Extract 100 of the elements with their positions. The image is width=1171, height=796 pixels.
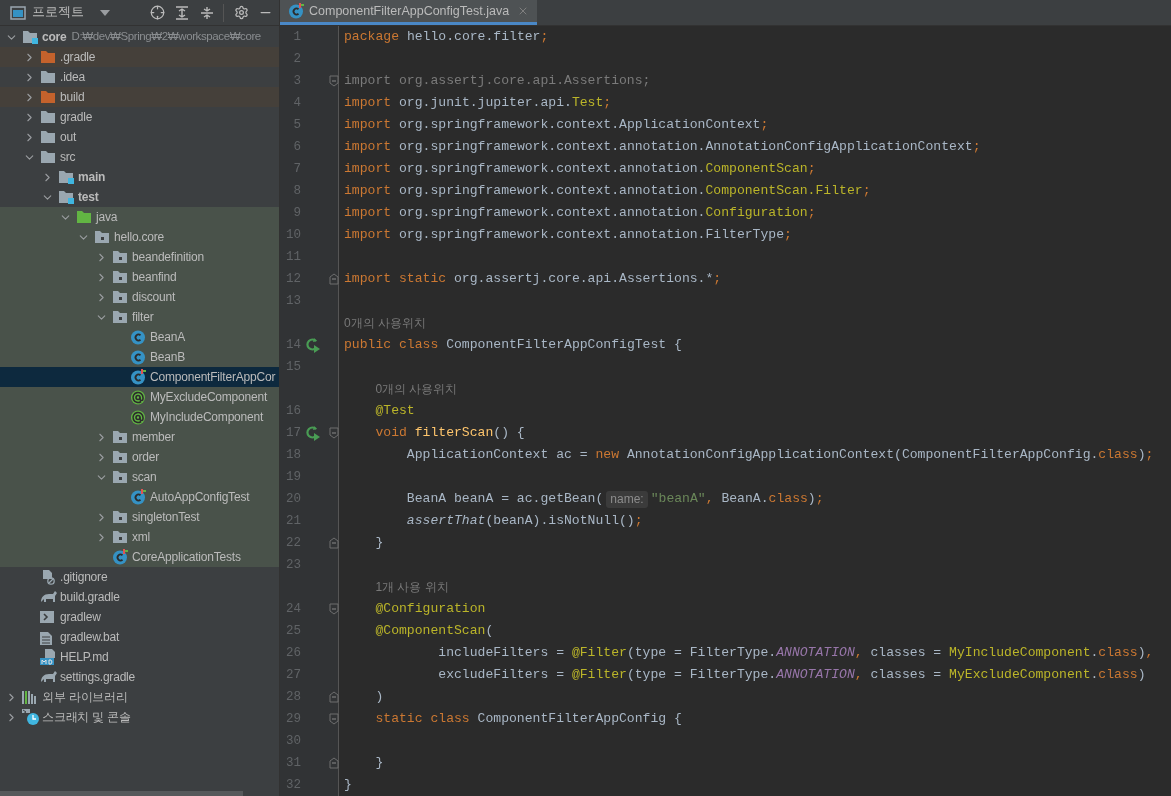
tree-item[interactable]: gradle — [0, 107, 279, 127]
ignored-file-icon — [40, 569, 56, 585]
usage-hint[interactable]: 0개의 사용위치 — [344, 314, 426, 332]
tree-item[interactable]: main — [0, 167, 279, 187]
expand-all-icon[interactable] — [176, 5, 188, 20]
fold-start-icon[interactable] — [329, 713, 339, 725]
tree-item-label: out — [60, 129, 77, 146]
tree-item[interactable]: beanfind — [0, 267, 279, 287]
tree-item-label: core — [42, 29, 67, 46]
usage-hint[interactable]: 1개 사용 위치 — [375, 578, 449, 596]
tree-item-label: scan — [132, 469, 157, 486]
code-line: public class ComponentFilterAppConfigTest { — [344, 336, 682, 355]
fold-end-icon[interactable] — [329, 537, 339, 549]
settings-icon[interactable] — [234, 5, 249, 20]
tree-item[interactable]: 외부 라이브러리 — [0, 687, 279, 707]
code-line: ApplicationContext ac = new AnnotationConfigApplicationContext(ComponentFilterAppConfig.class); — [405, 446, 1154, 465]
tree-item[interactable]: build — [0, 87, 279, 107]
tree-item[interactable]: xml — [0, 527, 279, 547]
code-line: @Configuration — [374, 600, 486, 619]
tree-item[interactable]: src — [0, 147, 279, 167]
tree-item[interactable]: .gitignore — [0, 567, 279, 587]
package-folder-icon — [112, 430, 128, 444]
tree-item[interactable]: ComponentFilterAppCor — [0, 367, 279, 387]
tree-item[interactable]: hello.core — [0, 227, 279, 247]
code-line: static class ComponentFilterAppConfig { — [374, 710, 682, 729]
tree-item-label: MyIncludeComponent — [150, 409, 264, 426]
code-line: package hello.core.filter; — [344, 28, 549, 47]
tree-item-label: settings.gradle — [60, 669, 136, 686]
tree-item[interactable]: MyExcludeComponent — [0, 387, 279, 407]
tree-item[interactable]: .idea — [0, 67, 279, 87]
tree-item[interactable]: out — [0, 127, 279, 147]
tree-item-label: build — [60, 89, 85, 106]
code-line: import org.junit.jupiter.api.Test; — [344, 94, 612, 113]
panel-title[interactable]: 프로젝트 — [32, 3, 84, 22]
package-folder-icon — [112, 510, 128, 524]
tree-item[interactable]: MyIncludeComponent — [0, 407, 279, 427]
tree-item[interactable]: test — [0, 187, 279, 207]
code-line: import org.springframework.context.ApplicationContext; — [344, 116, 769, 135]
code-line: import org.springframework.context.annotation.FilterType; — [344, 226, 792, 245]
terminal-file-icon — [40, 611, 54, 623]
tree-item[interactable]: beandefinition — [0, 247, 279, 267]
folder-icon — [76, 210, 92, 224]
test-class-icon — [130, 489, 146, 505]
code-line: } — [374, 754, 384, 773]
tree-item-label: AutoAppConfigTest — [150, 489, 250, 506]
horizontal-scrollbar[interactable] — [0, 791, 243, 796]
tree-item[interactable]: AutoAppConfigTest — [0, 487, 279, 507]
fold-start-icon[interactable] — [329, 427, 339, 439]
package-folder-icon — [112, 250, 128, 264]
tree-item[interactable]: 스크래치 및 콘솔 — [0, 707, 279, 727]
tree-item[interactable]: .gradle — [0, 47, 279, 67]
fold-start-icon[interactable] — [329, 75, 339, 87]
markdown-file-icon — [40, 649, 58, 665]
test-class-icon — [112, 549, 128, 565]
tree-item[interactable]: member — [0, 427, 279, 447]
code-line: void filterScan() { — [374, 424, 525, 443]
panel-window-icon — [10, 5, 26, 20]
code-line: } — [374, 534, 384, 553]
tree-item[interactable]: gradlew — [0, 607, 279, 627]
tree-item-label: .gradle — [60, 49, 96, 66]
tree-item-label: order — [132, 449, 159, 466]
tree-item[interactable]: java — [0, 207, 279, 227]
tree-item-label: 외부 라이브러리 — [42, 689, 128, 706]
fold-end-icon[interactable] — [329, 757, 339, 769]
path-label: D:₩dev₩Spring₩2₩workspace₩core — [71, 29, 261, 45]
tree-item-label: .idea — [60, 69, 86, 86]
code-line: excludeFilters = @Filter(type = FilterType.ANNOTATION, classes = MyExcludeComponent.class) — [437, 666, 1146, 685]
collapse-all-icon[interactable] — [201, 5, 213, 20]
fold-end-icon[interactable] — [329, 273, 339, 285]
tree-item[interactable]: filter — [0, 307, 279, 327]
fold-end-icon[interactable] — [329, 691, 339, 703]
tree-item[interactable]: CoreApplicationTests — [0, 547, 279, 567]
run-icon[interactable] — [305, 425, 321, 441]
tree-item-label: src — [60, 149, 76, 166]
tree-item-label: beanfind — [132, 269, 177, 286]
tree-item[interactable]: discount — [0, 287, 279, 307]
tree-item[interactable]: BeanA — [0, 327, 279, 347]
module-folder-icon — [22, 30, 38, 44]
tree-item[interactable]: settings.gradle — [0, 667, 279, 687]
locate-icon[interactable] — [150, 5, 165, 20]
code-text: "beanA", BeanA.class); — [650, 490, 824, 509]
tree-item[interactable]: BeanB — [0, 347, 279, 367]
run-icon[interactable] — [305, 337, 321, 353]
annotation-icon — [130, 409, 146, 425]
tree-item[interactable]: scan — [0, 467, 279, 487]
module-folder-icon — [58, 170, 74, 184]
fold-start-icon[interactable] — [329, 603, 339, 615]
usage-hint[interactable]: 0개의 사용위치 — [375, 380, 458, 398]
tree-item-label: java — [96, 209, 118, 226]
tree-item[interactable]: build.gradle — [0, 587, 279, 607]
tree-item[interactable]: gradlew.bat — [0, 627, 279, 647]
tree-item[interactable]: HELP.md — [0, 647, 279, 667]
tree-item-label: member — [132, 429, 175, 446]
editor-tab[interactable]: ComponentFilterAppConfigTest.java — [280, 0, 538, 25]
tree-item[interactable]: order — [0, 447, 279, 467]
dropdown-caret-icon[interactable] — [100, 9, 110, 16]
tree-item[interactable]: core D:₩dev₩Spring₩2₩workspace₩core — [0, 27, 279, 47]
tree-item[interactable]: singletonTest — [0, 507, 279, 527]
tree-item-label: 스크래치 및 콘솔 — [42, 709, 131, 726]
package-folder-icon — [112, 310, 128, 324]
